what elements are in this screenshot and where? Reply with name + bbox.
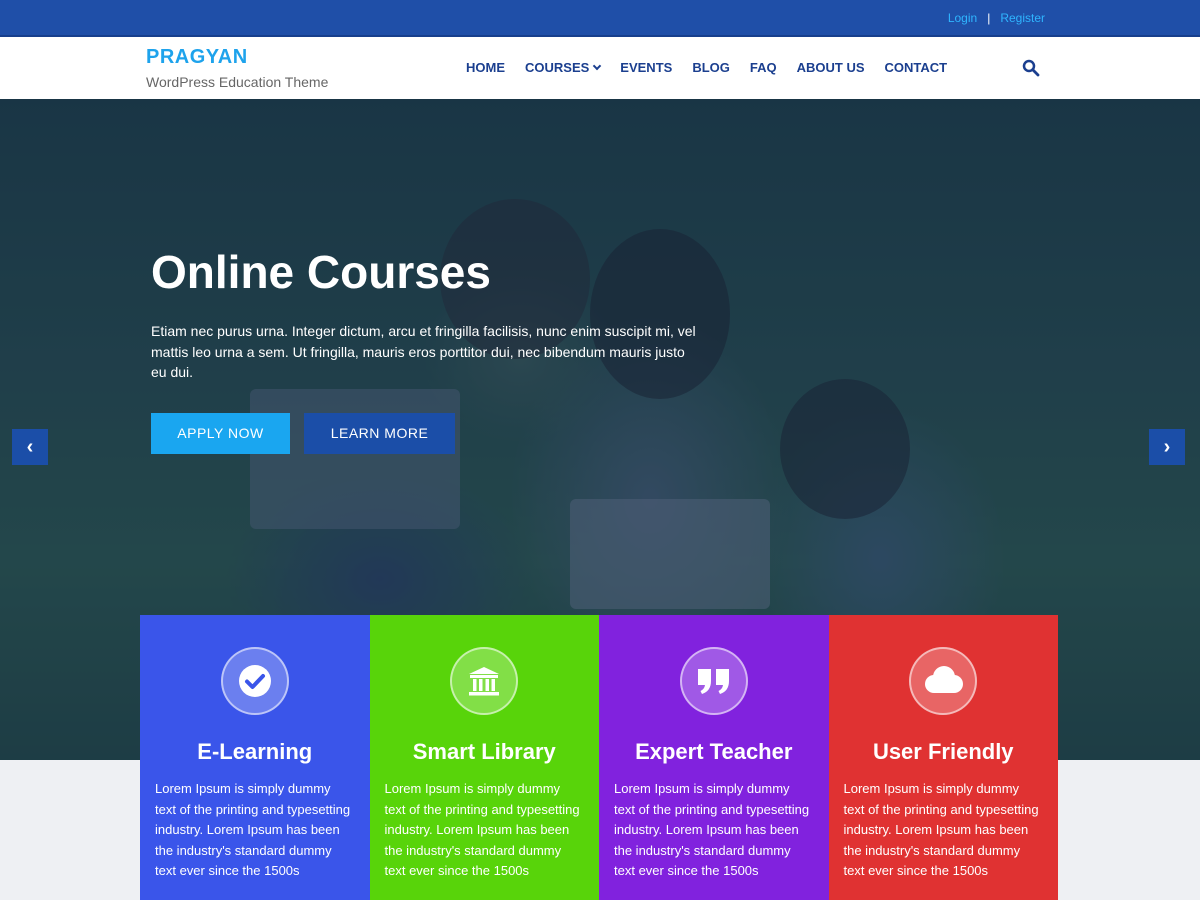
- nav-courses[interactable]: COURSES: [525, 60, 602, 75]
- feature-text: Lorem Ipsum is simply dummy text of the …: [843, 781, 1039, 878]
- nav-home[interactable]: HOME: [466, 60, 505, 75]
- feature-icon-circle: [220, 647, 289, 715]
- cloud-icon: [925, 666, 964, 693]
- nav-faq[interactable]: FAQ: [750, 60, 777, 75]
- search-icon[interactable]: [1022, 59, 1040, 77]
- slider-next-button[interactable]: ›: [1149, 429, 1185, 465]
- nav-blog[interactable]: BLOG: [692, 60, 730, 75]
- nav-home-label: HOME: [466, 60, 505, 75]
- apply-now-button[interactable]: APPLY NOW: [151, 412, 290, 454]
- learn-more-button[interactable]: LEARN MORE: [304, 412, 455, 454]
- feature-title: Smart Library: [412, 739, 556, 764]
- hero-title: Online Courses: [151, 246, 491, 298]
- brand[interactable]: PRAGYAN WordPress Education Theme: [146, 46, 328, 90]
- nav-events[interactable]: EVENTS: [620, 60, 672, 75]
- site-header: PRAGYAN WordPress Education Theme HOME C…: [0, 37, 1200, 99]
- chevron-right-icon: ›: [1163, 435, 1171, 458]
- hero-buttons: APPLY NOW LEARN MORE: [151, 412, 711, 454]
- feature-icon-circle: [679, 647, 748, 715]
- account-links: Login | Register: [948, 11, 1045, 25]
- nav-faq-label: FAQ: [749, 60, 777, 75]
- feature-title: User Friendly: [872, 739, 1014, 764]
- feature-icon-circle: [450, 647, 519, 715]
- check-circle-icon: [238, 665, 271, 697]
- chevron-left-icon: ‹: [26, 435, 34, 458]
- hero-photo-shape: [570, 499, 770, 609]
- chevron-down-icon: [593, 61, 602, 71]
- login-link[interactable]: Login: [948, 11, 977, 25]
- link-separator: |: [987, 11, 991, 25]
- feature-text: Lorem Ipsum is simply dummy text of the …: [384, 781, 580, 878]
- hero-text: Etiam nec purus urna. Integer dictum, ar…: [151, 323, 696, 380]
- nav-blog-label: BLOG: [692, 60, 730, 75]
- quote-icon: [697, 669, 729, 694]
- site-title[interactable]: PRAGYAN: [146, 46, 328, 69]
- nav-events-label: EVENTS: [620, 60, 673, 75]
- main-nav: HOME COURSES EVENTS BLOG FAQ ABOUT US CO…: [466, 60, 967, 75]
- nav-contact-label: CONTACT: [884, 60, 948, 75]
- feature-smart-library: Smart Library Lorem Ipsum is simply dumm…: [369, 615, 599, 900]
- feature-user-friendly: User Friendly Lorem Ipsum is simply dumm…: [828, 615, 1058, 900]
- hero-photo-shape: [780, 379, 910, 519]
- register-link[interactable]: Register: [1000, 11, 1045, 25]
- nav-about-us[interactable]: ABOUT US: [797, 60, 865, 75]
- slider-prev-button[interactable]: ‹: [12, 429, 48, 465]
- feature-icon-circle: [909, 647, 978, 715]
- feature-boxes: E-Learning Lorem Ipsum is simply dummy t…: [140, 615, 1058, 900]
- feature-title: Expert Teacher: [635, 739, 793, 764]
- feature-title: E-Learning: [197, 739, 313, 764]
- nav-about-us-label: ABOUT US: [796, 60, 865, 75]
- feature-text: Lorem Ipsum is simply dummy text of the …: [155, 781, 351, 878]
- feature-text: Lorem Ipsum is simply dummy text of the …: [614, 781, 810, 878]
- feature-expert-teacher: Expert Teacher Lorem Ipsum is simply dum…: [599, 615, 829, 900]
- feature-e-learning: E-Learning Lorem Ipsum is simply dummy t…: [140, 615, 370, 900]
- nav-contact[interactable]: CONTACT: [885, 60, 948, 75]
- nav-courses-label: COURSES: [525, 60, 590, 75]
- institution-icon: [469, 667, 500, 696]
- top-bar: Login | Register: [0, 0, 1200, 37]
- hero-content: Online Courses Etiam nec purus urna. Int…: [151, 245, 711, 454]
- site-tagline: WordPress Education Theme: [146, 74, 329, 90]
